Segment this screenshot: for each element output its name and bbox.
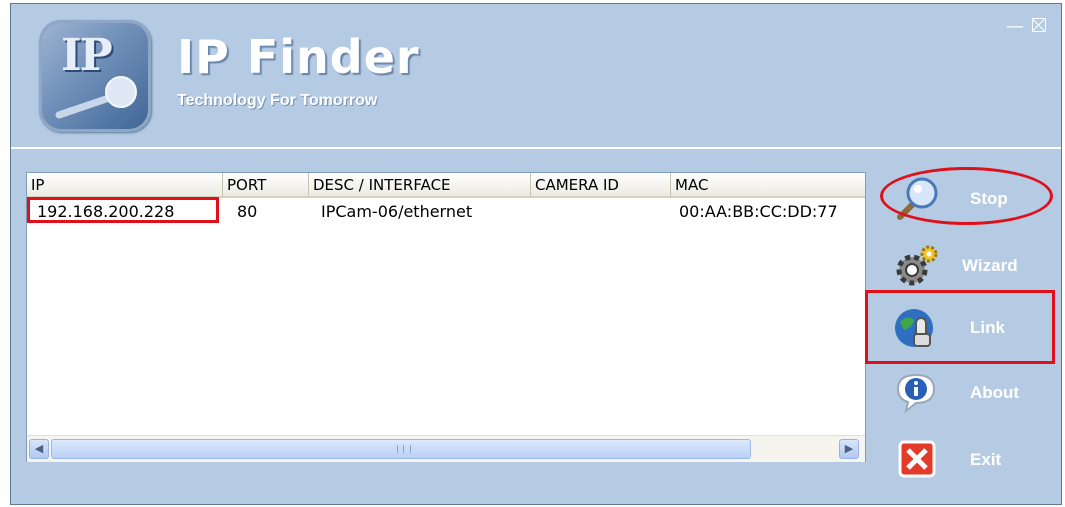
column-header-camera-id[interactable]: CAMERA ID xyxy=(531,173,671,196)
stop-highlight xyxy=(880,167,1053,225)
column-header-mac[interactable]: MAC xyxy=(671,173,865,196)
wizard-button[interactable]: Wizard xyxy=(880,238,1052,294)
exit-label: Exit xyxy=(970,450,1002,469)
app-title: IP Finder xyxy=(177,30,420,84)
link-highlight xyxy=(865,290,1055,364)
grip-icon xyxy=(397,445,411,453)
exit-button[interactable]: Exit xyxy=(880,432,1052,488)
column-header-desc[interactable]: DESC / INTERFACE xyxy=(309,173,531,196)
cell-port: 80 xyxy=(237,202,258,221)
about-label: About xyxy=(970,383,1020,402)
close-icon xyxy=(1032,18,1046,32)
minimize-button[interactable]: — xyxy=(1006,18,1024,36)
device-list[interactable]: IP PORT DESC / INTERFACE CAMERA ID MAC 1… xyxy=(26,172,866,462)
scrollbar-thumb[interactable] xyxy=(51,439,751,459)
cell-desc: IPCam-06/ethernet xyxy=(321,202,473,221)
close-icon xyxy=(898,440,936,478)
about-button[interactable]: About xyxy=(880,365,1052,421)
info-icon xyxy=(896,373,936,414)
column-header-port[interactable]: PORT xyxy=(223,173,309,196)
list-header: IP PORT DESC / INTERFACE CAMERA ID MAC xyxy=(27,173,865,198)
cell-camera-id xyxy=(531,200,671,224)
cell-ip: 192.168.200.228 xyxy=(37,202,175,221)
app-logo: IP xyxy=(39,20,151,132)
gear-icon xyxy=(896,245,938,286)
cell-mac: 00:AA:BB:CC:DD:77 xyxy=(679,202,838,221)
app-subtitle: Technology For Tomorrow xyxy=(177,92,378,109)
scroll-left-button[interactable]: ◀ xyxy=(29,439,49,459)
magnifier-icon xyxy=(55,76,137,119)
table-row[interactable]: 192.168.200.228 80 IPCam-06/ethernet 00:… xyxy=(27,197,865,224)
scroll-right-button[interactable]: ▶ xyxy=(839,439,859,459)
wizard-label: Wizard xyxy=(962,256,1018,275)
column-header-ip[interactable]: IP xyxy=(27,173,223,196)
close-button[interactable] xyxy=(1032,18,1046,36)
horizontal-scrollbar[interactable]: ◀ ▶ xyxy=(27,435,865,462)
